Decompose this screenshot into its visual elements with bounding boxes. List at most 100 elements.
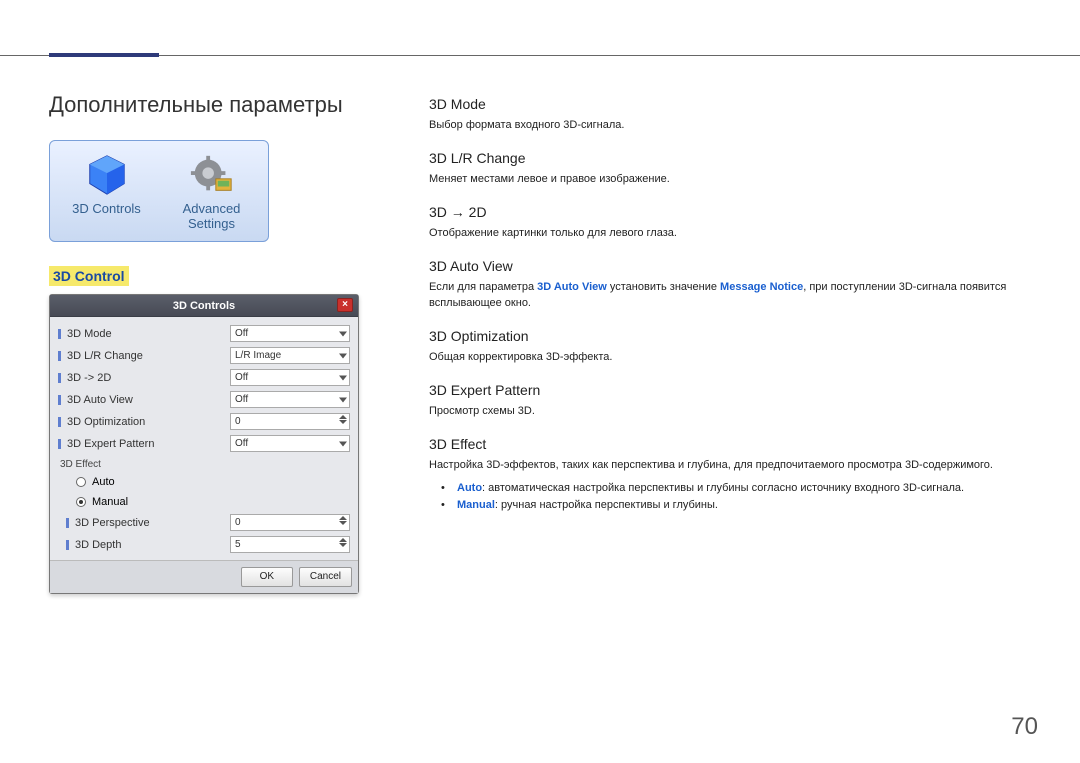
header-accent	[49, 53, 159, 57]
inline-bold: 3D Auto View	[537, 281, 607, 293]
sec-heading: 3D Optimization	[429, 328, 1031, 344]
field-value: Off	[235, 372, 248, 383]
cancel-button[interactable]: Cancel	[299, 567, 352, 587]
sec-heading: 3D L/R Change	[429, 150, 1031, 166]
field-value: 0	[235, 416, 241, 427]
dialog-title-text: 3D Controls	[173, 300, 235, 312]
sec-heading: 3D → 2D	[429, 204, 1031, 220]
inline-bold: Message Notice	[720, 281, 803, 293]
sec-lr-change: 3D L/R Change Меняет местами левое и пра…	[429, 150, 1031, 188]
sec-3d-2d: 3D → 2D Отображение картинки только для …	[429, 204, 1031, 242]
row-perspective: 3D Perspective 0	[66, 512, 350, 534]
field-value: Off	[235, 438, 248, 449]
bullet-manual: Manual: ручная настройка перспективы и г…	[447, 497, 1031, 515]
field-3d-mode[interactable]: Off	[230, 325, 350, 342]
bullet-bold: Auto	[457, 482, 482, 494]
sec-text: Просмотр схемы 3D.	[429, 404, 1031, 420]
sec-text: Общая корректировка 3D-эффекта.	[429, 350, 1031, 366]
cube-icon	[82, 151, 132, 199]
radio-auto-row[interactable]: Auto	[58, 472, 350, 492]
chevron-down-icon	[339, 331, 347, 336]
field-expert-pattern[interactable]: Off	[230, 435, 350, 452]
left-column: Дополнительные параметры 3D Controls	[49, 92, 359, 594]
dialog-3d-controls: 3D Controls × 3D Mode Off 3D L/R Change …	[49, 294, 359, 594]
t: установить значение	[607, 281, 720, 293]
chevron-down-icon	[339, 353, 347, 358]
tile-3d-controls[interactable]: 3D Controls	[56, 147, 157, 235]
page-number: 70	[1011, 713, 1038, 741]
sec-text: Настройка 3D-эффектов, таких как перспек…	[429, 458, 1031, 474]
bullet-text: : автоматическая настройка перспективы и…	[482, 482, 964, 494]
field-depth[interactable]: 5	[230, 536, 350, 553]
row-label: 3D Mode	[67, 328, 224, 340]
gear-icon	[187, 151, 237, 199]
close-icon[interactable]: ×	[337, 298, 353, 312]
effect-section-label: 3D Effect	[58, 455, 350, 472]
radio-manual-label: Manual	[92, 496, 128, 508]
row-marker-icon	[58, 329, 61, 339]
field-lr-change[interactable]: L/R Image	[230, 347, 350, 364]
dialog-footer: OK Cancel	[50, 560, 358, 593]
radio-auto-label: Auto	[92, 476, 115, 488]
bullet-text: : ручная настройка перспективы и глубины…	[495, 499, 718, 511]
row-marker-icon	[58, 395, 61, 405]
sec-optimization: 3D Optimization Общая корректировка 3D-э…	[429, 328, 1031, 366]
row-3d-2d: 3D -> 2D Off	[58, 367, 350, 389]
row-marker-icon	[58, 439, 61, 449]
tile-advanced-settings[interactable]: Advanced Settings	[161, 147, 262, 235]
row-label: 3D Expert Pattern	[67, 438, 224, 450]
row-label: 3D Depth	[75, 539, 224, 551]
sec-text: Отображение картинки только для левого г…	[429, 226, 1031, 242]
tile-advanced-label-2: Settings	[163, 217, 260, 232]
bullet-bold: Manual	[457, 499, 495, 511]
radio-manual-row[interactable]: Manual	[58, 492, 350, 512]
sec-heading: 3D Mode	[429, 96, 1031, 112]
sec-3d-effect: 3D Effect Настройка 3D-эффектов, таких к…	[429, 436, 1031, 515]
row-label: 3D L/R Change	[67, 350, 224, 362]
row-label: 3D Optimization	[67, 416, 224, 428]
row-depth: 3D Depth 5	[66, 534, 350, 556]
field-value: Off	[235, 328, 248, 339]
radio-manual[interactable]	[76, 497, 86, 507]
sec-text: Выбор формата входного 3D-сигнала.	[429, 118, 1031, 134]
row-expert-pattern: 3D Expert Pattern Off	[58, 433, 350, 455]
t: Если для параметра	[429, 281, 537, 293]
subsection-title: 3D Control	[49, 266, 129, 286]
spinner-icon	[339, 516, 347, 525]
bullet-auto: Auto: автоматическая настройка перспекти…	[447, 480, 1031, 498]
spinner-icon	[339, 415, 347, 424]
row-auto-view: 3D Auto View Off	[58, 389, 350, 411]
tile-3d-controls-label: 3D Controls	[58, 202, 155, 217]
chevron-down-icon	[339, 397, 347, 402]
field-3d-2d[interactable]: Off	[230, 369, 350, 386]
row-optimization: 3D Optimization 0	[58, 411, 350, 433]
spinner-icon	[339, 538, 347, 547]
row-label: 3D -> 2D	[67, 372, 224, 384]
row-marker-icon	[58, 351, 61, 361]
bullet-list: Auto: автоматическая настройка перспекти…	[429, 480, 1031, 515]
sec-heading: 3D Auto View	[429, 258, 1031, 274]
radio-auto[interactable]	[76, 477, 86, 487]
tile-advanced-label-1: Advanced	[163, 202, 260, 217]
sec-text: Если для параметра 3D Auto View установи…	[429, 280, 1031, 312]
row-marker-icon	[58, 373, 61, 383]
header-rule	[0, 0, 1080, 56]
field-optimization[interactable]: 0	[230, 413, 350, 430]
chevron-down-icon	[339, 441, 347, 446]
row-marker-icon	[66, 518, 69, 528]
chevron-down-icon	[339, 375, 347, 380]
icon-card: 3D Controls Advanced S	[49, 140, 269, 242]
row-label: 3D Perspective	[75, 517, 224, 529]
right-column: 3D Mode Выбор формата входного 3D-сигнал…	[429, 92, 1031, 594]
content: Дополнительные параметры 3D Controls	[0, 56, 1080, 594]
ok-button[interactable]: OK	[241, 567, 293, 587]
dialog-body: 3D Mode Off 3D L/R Change L/R Image 3D -…	[50, 317, 358, 560]
sec-text: Меняет местами левое и правое изображени…	[429, 172, 1031, 188]
sec-3d-mode: 3D Mode Выбор формата входного 3D-сигнал…	[429, 96, 1031, 134]
dialog-title: 3D Controls ×	[50, 295, 358, 317]
field-value: 5	[235, 539, 241, 550]
field-auto-view[interactable]: Off	[230, 391, 350, 408]
row-marker-icon	[58, 417, 61, 427]
sec-expert-pattern: 3D Expert Pattern Просмотр схемы 3D.	[429, 382, 1031, 420]
field-perspective[interactable]: 0	[230, 514, 350, 531]
